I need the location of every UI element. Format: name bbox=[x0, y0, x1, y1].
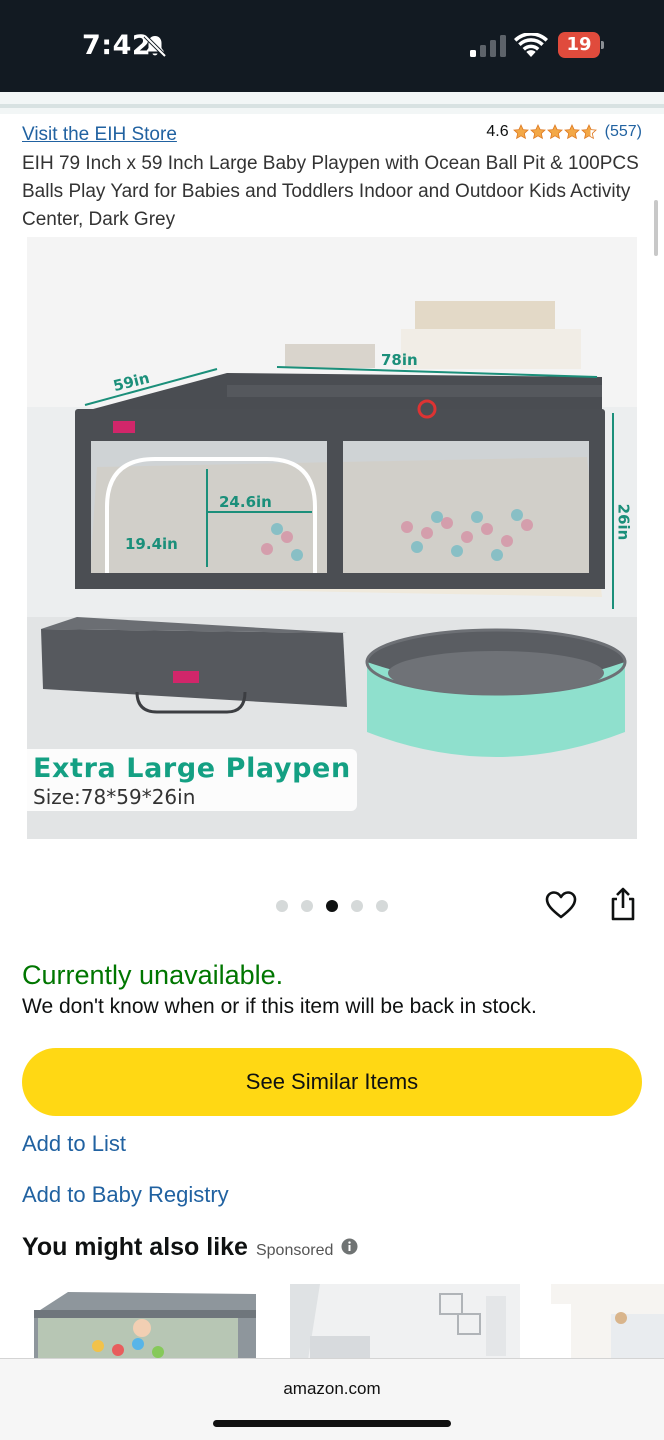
dimension-height-label: 26in bbox=[614, 503, 633, 541]
recommendations-carousel[interactable] bbox=[0, 1284, 664, 1360]
carousel-dots[interactable] bbox=[276, 900, 388, 912]
heart-icon[interactable] bbox=[544, 888, 578, 922]
cellular-signal-icon bbox=[470, 35, 506, 57]
star-full-icon bbox=[563, 124, 580, 140]
battery-tip bbox=[601, 41, 604, 49]
recommendation-image bbox=[28, 1284, 264, 1360]
battery-icon: 19 bbox=[558, 32, 604, 58]
star-full-icon bbox=[529, 124, 546, 140]
badge-title: Extra Large Playpen bbox=[33, 753, 351, 784]
share-icon[interactable] bbox=[606, 886, 640, 922]
battery-level: 19 bbox=[558, 32, 600, 58]
carousel-dot-active[interactable] bbox=[326, 900, 338, 912]
dimension-length-label: 78in bbox=[381, 351, 418, 369]
recommendation-card[interactable] bbox=[290, 1284, 520, 1360]
star-half-icon bbox=[580, 124, 597, 140]
recommendation-card[interactable] bbox=[28, 1284, 264, 1360]
header-band bbox=[0, 92, 664, 114]
see-similar-items-button[interactable]: See Similar Items bbox=[22, 1048, 642, 1116]
recommendation-image bbox=[290, 1284, 520, 1360]
status-time: 7:42 bbox=[82, 30, 152, 61]
recommendation-card[interactable] bbox=[551, 1284, 664, 1360]
rating-value: 4.6 bbox=[486, 123, 509, 140]
recommendation-image bbox=[551, 1284, 664, 1360]
rating-count[interactable]: (557) bbox=[605, 123, 642, 141]
carousel-dot[interactable] bbox=[301, 900, 313, 912]
rating-summary[interactable]: 4.6 (557) bbox=[486, 123, 642, 141]
dimension-door-width-label: 24.6in bbox=[219, 493, 272, 511]
availability-message: We don't know when or if this item will … bbox=[22, 995, 537, 1018]
add-to-list-link[interactable]: Add to List bbox=[22, 1131, 126, 1157]
home-indicator[interactable] bbox=[213, 1420, 451, 1427]
url-label[interactable]: amazon.com bbox=[0, 1379, 664, 1399]
product-title: EIH 79 Inch x 59 Inch Large Baby Playpen… bbox=[22, 153, 639, 230]
size-badge: Extra Large Playpen Size:78*59*26in bbox=[27, 749, 357, 811]
availability-status: Currently unavailable. bbox=[22, 960, 284, 990]
badge-size: Size:78*59*26in bbox=[33, 785, 196, 809]
info-icon[interactable] bbox=[341, 1238, 358, 1255]
product-image[interactable]: 59in 78in 26in 24.6in 19.4in Extra Large… bbox=[27, 237, 637, 839]
bell-slash-icon bbox=[143, 34, 167, 58]
carousel-dot[interactable] bbox=[351, 900, 363, 912]
star-full-icon bbox=[546, 124, 563, 140]
status-bar: 7:42 19 bbox=[0, 0, 664, 92]
scroll-indicator bbox=[654, 200, 658, 256]
carousel-dot[interactable] bbox=[276, 900, 288, 912]
add-to-baby-registry-link[interactable]: Add to Baby Registry bbox=[22, 1182, 229, 1208]
browser-bottom-bar: amazon.com bbox=[0, 1358, 664, 1440]
carousel-dot[interactable] bbox=[376, 900, 388, 912]
dimension-door-height-label: 19.4in bbox=[125, 535, 178, 553]
star-rating bbox=[512, 124, 597, 140]
store-link[interactable]: Visit the EIH Store bbox=[22, 124, 177, 146]
wifi-icon bbox=[514, 33, 548, 57]
recommendations-header: You might also like Sponsored bbox=[22, 1233, 358, 1262]
recommendations-title: You might also like bbox=[22, 1233, 248, 1261]
sponsored-label: Sponsored bbox=[255, 1242, 334, 1259]
star-full-icon bbox=[512, 124, 529, 140]
